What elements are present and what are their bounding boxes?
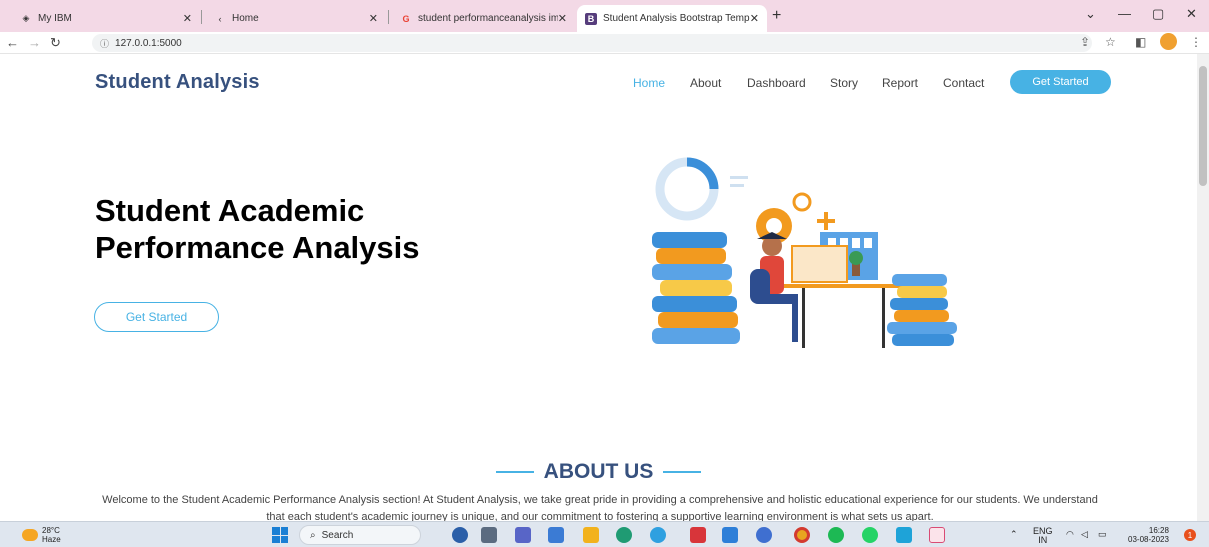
tab-home[interactable]: ‹ Home ✕ xyxy=(206,5,386,32)
reload-icon[interactable]: ↻ xyxy=(50,35,61,51)
about-us-title: ABOUT US xyxy=(543,460,654,483)
app-icon[interactable] xyxy=(650,527,666,543)
volume-icon[interactable]: ◁ xyxy=(1081,530,1088,539)
maximize-icon[interactable]: ▢ xyxy=(1152,6,1164,22)
tab-label: Home xyxy=(232,13,259,24)
nav-contact[interactable]: Contact xyxy=(943,76,984,90)
tab-my-ibm[interactable]: ◈ My IBM ✕ xyxy=(12,5,200,32)
wifi-icon[interactable]: ◠ xyxy=(1066,530,1074,539)
tab-divider xyxy=(201,10,202,24)
weather-temp: 28°C xyxy=(42,526,60,535)
heading-line-right xyxy=(663,471,702,473)
tab-label: student performanceanalysis ima xyxy=(418,13,558,24)
app-icon[interactable] xyxy=(896,527,912,543)
close-window-icon[interactable]: ✕ xyxy=(1186,6,1197,22)
tab-divider xyxy=(388,10,389,24)
about-us-heading: ABOUT US xyxy=(0,460,1197,484)
side-panel-icon[interactable]: ◧ xyxy=(1135,35,1146,49)
system-clock[interactable]: 16:28 03-08-2023 xyxy=(1128,526,1169,544)
ibm-icon: ◈ xyxy=(22,13,30,23)
whatsapp-icon[interactable] xyxy=(862,527,878,543)
browser-tabstrip: ◈ My IBM ✕ ‹ Home ✕ G student performanc… xyxy=(0,0,1209,32)
share-icon[interactable]: ⇪ xyxy=(1080,35,1090,49)
region-code: IN xyxy=(1038,535,1048,545)
tab-google-search[interactable]: G student performanceanalysis ima ✕ xyxy=(392,5,575,32)
get-started-nav-button[interactable]: Get Started xyxy=(1010,70,1111,94)
close-tab-icon[interactable]: ✕ xyxy=(750,12,759,25)
battery-icon[interactable]: ▭ xyxy=(1098,530,1107,539)
nav-about[interactable]: About xyxy=(690,76,721,90)
spotify-icon[interactable] xyxy=(828,527,844,543)
tab-student-analysis[interactable]: B Student Analysis Bootstrap Temp ✕ xyxy=(577,5,767,32)
edge-browser-icon[interactable] xyxy=(616,527,632,543)
taskbar-search[interactable]: ⌕ Search xyxy=(299,525,421,545)
new-tab-icon[interactable]: + xyxy=(772,7,781,25)
google-icon: G xyxy=(402,13,410,24)
app-icon[interactable] xyxy=(929,527,945,543)
site-brand[interactable]: Student Analysis xyxy=(95,71,260,94)
widgets-app-icon[interactable] xyxy=(452,527,468,543)
address-bar[interactable]: ⓘ 127.0.0.1:5000 xyxy=(92,34,1092,52)
close-tab-icon[interactable]: ✕ xyxy=(558,12,567,25)
notification-badge[interactable]: 1 xyxy=(1184,529,1196,541)
windows-taskbar: 28°C Haze ⌕ Search ⌃ ENG IN ◠ ◁ ▭ 16:28 … xyxy=(0,521,1209,547)
weather-icon xyxy=(22,529,38,541)
app-icon[interactable] xyxy=(756,527,772,543)
mcafee-icon[interactable] xyxy=(690,527,706,543)
minimize-icon[interactable]: — xyxy=(1118,6,1131,21)
scrollbar-thumb[interactable] xyxy=(1199,66,1207,186)
hero-get-started-button[interactable]: Get Started xyxy=(94,302,219,332)
close-tab-icon[interactable]: ✕ xyxy=(183,12,192,25)
tab-search-icon[interactable]: ⌄ xyxy=(1085,6,1096,22)
tab-label: Student Analysis Bootstrap Temp xyxy=(603,13,750,24)
nav-report[interactable]: Report xyxy=(882,76,918,90)
forward-icon[interactable]: → xyxy=(28,35,41,50)
chrome-icon[interactable] xyxy=(794,527,810,543)
clock-time: 16:28 xyxy=(1148,526,1169,535)
language-indicator[interactable]: ENG IN xyxy=(1033,527,1053,545)
site-info-icon[interactable]: ⓘ xyxy=(100,37,109,50)
app-icon[interactable] xyxy=(722,527,738,543)
hero-title: Student Academic Performance Analysis xyxy=(95,193,420,265)
profile-avatar[interactable] xyxy=(1160,33,1177,50)
weather-widget[interactable]: 28°C Haze xyxy=(22,526,61,544)
tab-label: My IBM xyxy=(38,13,72,24)
bootstrap-icon: B xyxy=(585,12,597,25)
browser-toolbar: ← → ↻ ⓘ 127.0.0.1:5000 ⇪ ☆ ◧ ⋮ xyxy=(0,32,1209,54)
clock-date: 03-08-2023 xyxy=(1128,535,1169,544)
nav-home[interactable]: Home xyxy=(633,76,665,90)
close-tab-icon[interactable]: ✕ xyxy=(369,12,378,25)
nav-story[interactable]: Story xyxy=(830,76,858,90)
web-page: Student Analysis Home About Dashboard St… xyxy=(0,54,1197,521)
taskbar-search-label: Search xyxy=(321,529,354,541)
bookmark-star-icon[interactable]: ☆ xyxy=(1105,35,1116,49)
search-icon: ⌕ xyxy=(310,529,316,541)
heading-line-left xyxy=(495,471,534,473)
back-icon[interactable]: ← xyxy=(6,35,19,50)
home-tab-icon: ‹ xyxy=(218,13,222,24)
weather-desc: Haze xyxy=(42,535,61,544)
file-explorer-icon[interactable] xyxy=(583,527,599,543)
student-study-illustration xyxy=(652,157,957,348)
show-hidden-icons[interactable]: ⌃ xyxy=(1010,530,1018,539)
calendar-app-icon[interactable] xyxy=(548,527,564,543)
about-us-paragraph: Welcome to the Student Academic Performa… xyxy=(102,494,1098,521)
teams-chat-icon[interactable] xyxy=(515,527,531,543)
task-view-icon[interactable] xyxy=(481,527,497,543)
nav-dashboard[interactable]: Dashboard xyxy=(747,76,806,90)
url-text: 127.0.0.1:5000 xyxy=(115,37,182,49)
menu-kebab-icon[interactable]: ⋮ xyxy=(1190,35,1202,49)
windows-start-icon[interactable] xyxy=(272,527,288,543)
page-scrollbar[interactable] xyxy=(1197,54,1209,521)
